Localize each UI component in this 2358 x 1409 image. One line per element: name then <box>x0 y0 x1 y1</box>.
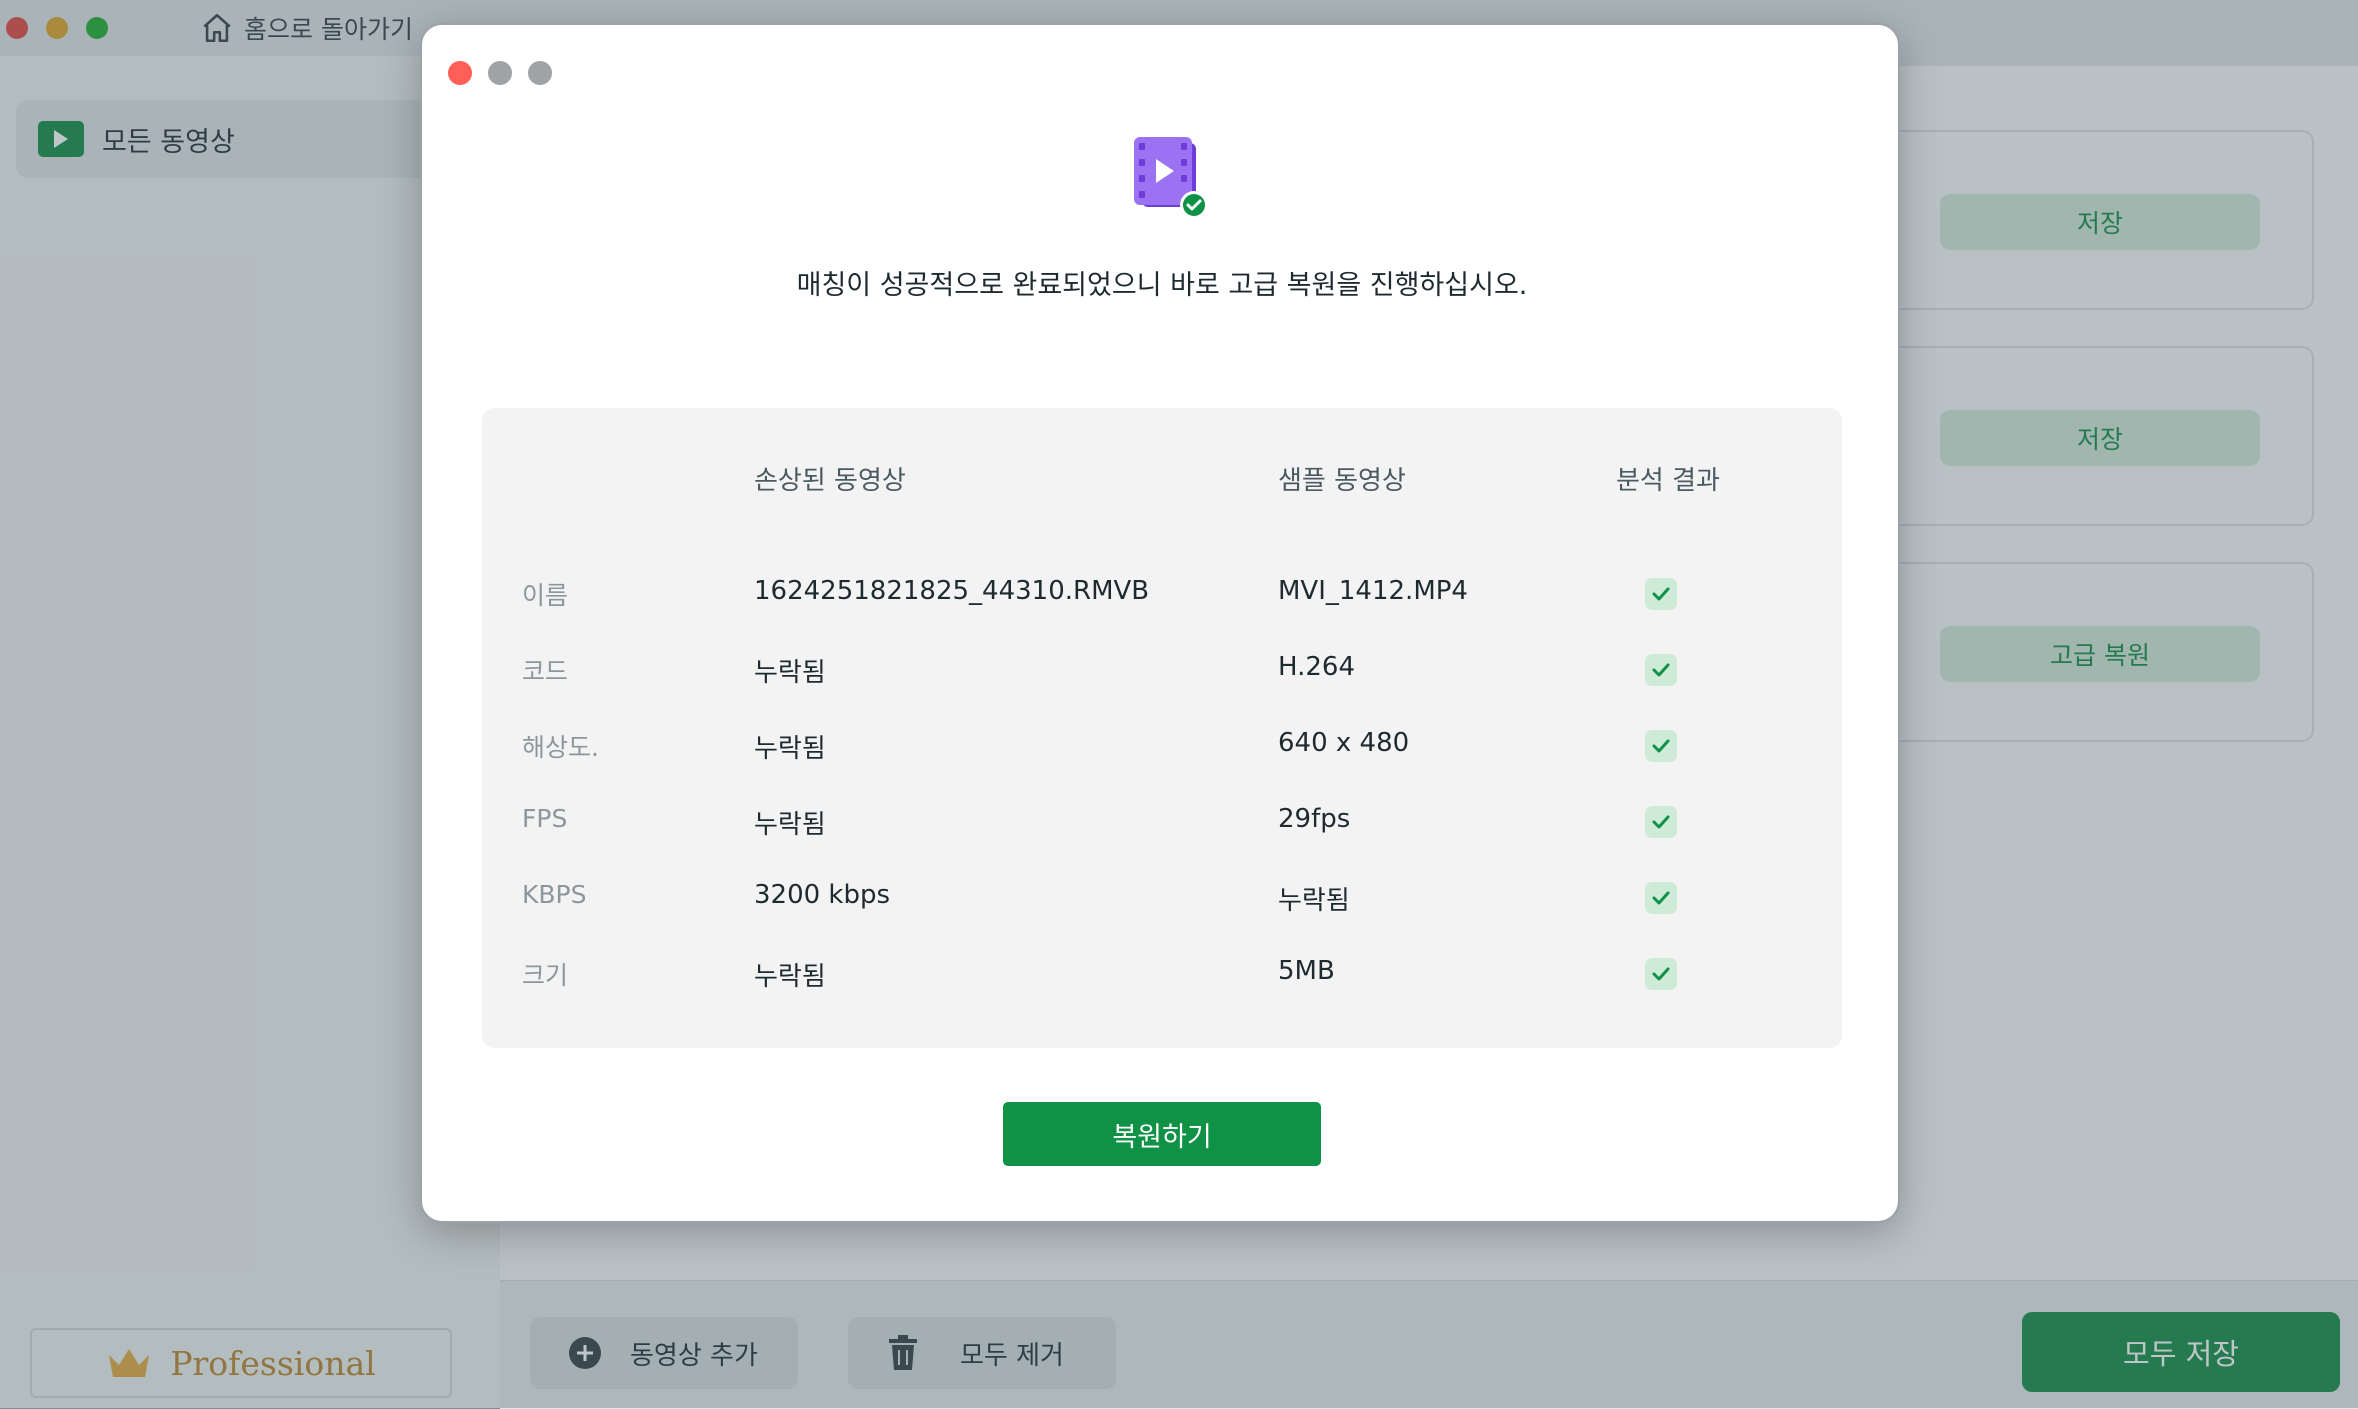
check-icon <box>1645 806 1677 838</box>
sidebar-item-all-videos[interactable]: 모든 동영상 <box>16 100 486 178</box>
advanced-restore-button[interactable]: 고급 복원 <box>1940 626 2260 682</box>
damaged-fps-value: 누락됨 <box>754 810 826 840</box>
sample-resolution-value: 640 x 480 <box>1278 728 1410 758</box>
save-button[interactable]: 저장 <box>1940 410 2260 466</box>
dialog-close-button[interactable] <box>448 61 472 85</box>
row-label-name: 이름 <box>522 581 569 610</box>
dialog-minimize-button <box>488 61 512 85</box>
check-icon <box>1645 958 1677 990</box>
damaged-codec-value: 누락됨 <box>754 658 826 688</box>
column-header-result: 분석 결과 <box>1616 466 1720 496</box>
close-window-button[interactable] <box>6 17 28 39</box>
sample-fps-value: 29fps <box>1278 804 1351 834</box>
home-link-label: 홈으로 돌아가기 <box>244 15 413 44</box>
save-all-button[interactable]: 모두 저장 <box>2022 1312 2340 1392</box>
comparison-table: 손상된 동영상 샘플 동영상 분석 결과 이름 1624251821825_44… <box>482 408 1842 1048</box>
play-icon <box>38 121 84 157</box>
dialog-zoom-button <box>528 61 552 85</box>
sample-size-value: 5MB <box>1278 956 1335 986</box>
sample-name-value: MVI_1412.MP4 <box>1278 576 1468 606</box>
sidebar-item-label: 모든 동영상 <box>102 126 235 158</box>
trash-icon <box>889 1335 917 1370</box>
video-check-icon <box>1134 137 1208 219</box>
professional-label: Professional <box>170 1343 376 1383</box>
add-video-label: 동영상 추가 <box>630 1340 758 1371</box>
row-label-size: 크기 <box>522 961 569 990</box>
home-icon <box>203 13 231 43</box>
sample-codec-value: H.264 <box>1278 652 1355 682</box>
add-video-button[interactable]: 동영상 추가 <box>530 1317 798 1389</box>
match-result-dialog: 매칭이 성공적으로 완료되었으니 바로 고급 복원을 진행하십시오. 손상된 동… <box>420 23 1900 1223</box>
row-label-resolution: 해상도. <box>522 733 599 762</box>
check-icon <box>1645 882 1677 914</box>
remove-all-button[interactable]: 모두 제거 <box>848 1317 1116 1389</box>
zoom-window-button[interactable] <box>86 17 108 39</box>
home-link[interactable]: 홈으로 돌아가기 <box>200 8 413 48</box>
column-header-damaged: 손상된 동영상 <box>754 466 906 496</box>
damaged-resolution-value: 누락됨 <box>754 734 826 764</box>
remove-all-label: 모두 제거 <box>960 1340 1064 1371</box>
professional-button[interactable]: Professional <box>30 1328 452 1398</box>
row-label-codec: 코드 <box>522 657 569 686</box>
damaged-name-value: 1624251821825_44310.RMVB <box>754 576 1150 606</box>
damaged-kbps-value: 3200 kbps <box>754 880 891 910</box>
save-button[interactable]: 저장 <box>1940 194 2260 250</box>
restore-button[interactable]: 복원하기 <box>1003 1102 1321 1166</box>
minimize-window-button[interactable] <box>46 17 68 39</box>
sample-kbps-value: 누락됨 <box>1278 886 1350 916</box>
column-header-sample: 샘플 동영상 <box>1278 466 1406 496</box>
plus-circle-icon <box>569 1337 601 1369</box>
crown-icon <box>109 1349 150 1377</box>
row-label-kbps: KBPS <box>522 880 587 909</box>
success-message: 매칭이 성공적으로 완료되었으니 바로 고급 복원을 진행하십시오. <box>796 270 1528 301</box>
damaged-size-value: 누락됨 <box>754 962 826 992</box>
check-icon <box>1645 730 1677 762</box>
row-label-fps: FPS <box>522 804 568 833</box>
check-icon <box>1645 654 1677 686</box>
check-icon <box>1645 578 1677 610</box>
